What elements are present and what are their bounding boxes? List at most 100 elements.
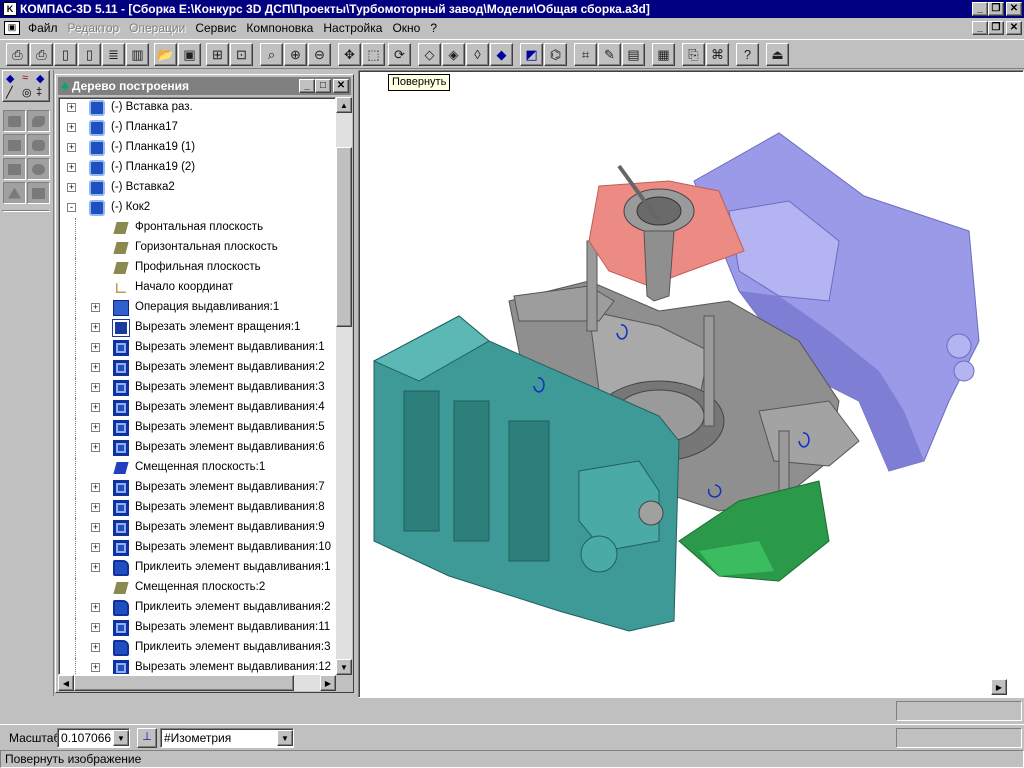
expand-icon[interactable]: +: [91, 423, 100, 432]
wireframe-button[interactable]: ◇: [418, 43, 441, 66]
expand-icon[interactable]: +: [91, 503, 100, 512]
scroll-down-button[interactable]: ▼: [336, 659, 352, 675]
tree-item[interactable]: + Вырезать элемент выдавливания:10: [59, 538, 331, 558]
expand-icon[interactable]: +: [91, 303, 100, 312]
tree-item[interactable]: + (-) Вставка раз.: [59, 98, 329, 118]
expand-icon[interactable]: +: [67, 123, 76, 132]
tree-item[interactable]: + Вырезать элемент выдавливания:12: [59, 658, 331, 674]
menu-help[interactable]: ?: [425, 21, 442, 35]
library-button[interactable]: ⌘: [706, 43, 729, 66]
tree-item[interactable]: Смещенная плоскость:2: [59, 578, 329, 598]
perspective-button[interactable]: ◩: [520, 43, 543, 66]
view-dropdown-button[interactable]: ▼: [277, 730, 293, 746]
tree-item[interactable]: + Вырезать элемент выдавливания:6: [59, 438, 329, 458]
tree-item[interactable]: + Приклеить элемент выдавливания:3: [59, 638, 331, 658]
tree-item[interactable]: + (-) Планка19 (2): [59, 158, 329, 178]
doc-minimize-button[interactable]: _: [972, 21, 988, 35]
tree-item[interactable]: + Вырезать элемент выдавливания:9: [59, 518, 329, 538]
view-orientation-select[interactable]: #Изометрия ▼: [160, 728, 294, 748]
open-folder-button[interactable]: 📂: [154, 43, 177, 66]
op-shell-button[interactable]: [3, 182, 26, 204]
expand-icon[interactable]: +: [67, 163, 76, 172]
hscroll-thumb[interactable]: [74, 675, 294, 691]
measure-button[interactable]: ⌗: [574, 43, 597, 66]
tree-item[interactable]: + Вырезать элемент выдавливания:11: [59, 618, 330, 638]
app-icon[interactable]: K: [3, 2, 17, 16]
component-button[interactable]: ⊡: [230, 43, 253, 66]
expand-icon[interactable]: +: [67, 143, 76, 152]
op-hole-button[interactable]: [27, 158, 50, 180]
scroll-thumb[interactable]: [336, 147, 352, 327]
tree-item[interactable]: + Вырезать элемент выдавливания:2: [59, 358, 329, 378]
expand-icon[interactable]: +: [67, 183, 76, 192]
expand-icon[interactable]: +: [91, 403, 100, 412]
expand-icon[interactable]: +: [91, 623, 100, 632]
expand-icon[interactable]: +: [91, 483, 100, 492]
tree-item[interactable]: - (-) Кок2: [59, 198, 329, 218]
tree-item[interactable]: Смещенная плоскость:1: [59, 458, 329, 478]
tree-minimize-button[interactable]: _: [299, 79, 315, 93]
menu-editor[interactable]: Редактор: [63, 21, 125, 35]
tree-item[interactable]: Начало координат: [59, 278, 329, 298]
new-text-button[interactable]: ≣: [102, 43, 125, 66]
op-rib-button[interactable]: [27, 182, 50, 204]
tree-item[interactable]: Профильная плоскость: [59, 258, 329, 278]
tree-vscrollbar[interactable]: ▲ ▼: [336, 97, 352, 675]
minimize-button[interactable]: _: [972, 2, 988, 16]
op-loft-button[interactable]: [27, 134, 50, 156]
expand-icon[interactable]: +: [91, 323, 100, 332]
pan-button[interactable]: ✥: [338, 43, 361, 66]
assembly-model-render[interactable]: [359, 71, 1024, 699]
calculator-button[interactable]: ▦: [652, 43, 675, 66]
new-fragment-button[interactable]: ▯: [78, 43, 101, 66]
tree-item[interactable]: Фронтальная плоскость: [59, 218, 329, 238]
expand-icon[interactable]: +: [91, 523, 100, 532]
exit-button[interactable]: ⏏: [766, 43, 789, 66]
menu-service[interactable]: Сервис: [190, 21, 241, 35]
dimension-tab-icon[interactable]: ≈: [22, 72, 28, 84]
expand-icon[interactable]: +: [91, 663, 100, 672]
menu-file[interactable]: Файл: [23, 21, 63, 35]
help-button[interactable]: ?: [736, 43, 759, 66]
tree-item[interactable]: + (-) Вставка2: [59, 178, 329, 198]
assembly-button[interactable]: ⊞: [206, 43, 229, 66]
tree-view-button[interactable]: ⌬: [544, 43, 567, 66]
tree-item[interactable]: + Операция выдавливания:1: [59, 298, 329, 318]
scroll-right-button[interactable]: ▶: [320, 675, 336, 691]
tree-title-bar[interactable]: ♣ Дерево построения _ □ ✕: [58, 77, 351, 95]
menu-settings[interactable]: Настройка: [318, 21, 387, 35]
orientation-button[interactable]: ⊥: [137, 728, 157, 748]
expand-icon[interactable]: +: [91, 363, 100, 372]
sketch-tab-icon[interactable]: ╱: [6, 86, 13, 99]
print-button[interactable]: ⎙: [30, 43, 53, 66]
expand-icon[interactable]: +: [91, 443, 100, 452]
expand-icon[interactable]: +: [91, 543, 100, 552]
properties-button[interactable]: ▤: [622, 43, 645, 66]
scroll-up-button[interactable]: ▲: [336, 97, 352, 113]
document-icon[interactable]: ▣: [4, 21, 20, 35]
scale-dropdown-button[interactable]: ▼: [113, 730, 129, 746]
edit-tab-icon[interactable]: ◆: [36, 72, 44, 85]
tree-close-button[interactable]: ✕: [333, 79, 349, 93]
menu-operations[interactable]: Операции: [124, 21, 190, 35]
tree-item[interactable]: + Приклеить элемент выдавливания:1: [59, 558, 331, 578]
tree-item[interactable]: Горизонтальная плоскость: [59, 238, 329, 258]
3d-viewport[interactable]: ▶: [358, 70, 1024, 698]
rotate-button[interactable]: ⟳: [388, 43, 411, 66]
save-button[interactable]: ▣: [178, 43, 201, 66]
shaded-button[interactable]: ◆: [490, 43, 513, 66]
tree-item[interactable]: + Приклеить элемент выдавливания:2: [59, 598, 331, 618]
expand-icon[interactable]: +: [91, 383, 100, 392]
hidden-lines-button[interactable]: ◈: [442, 43, 465, 66]
close-button[interactable]: ✕: [1006, 2, 1022, 16]
print-preview-button[interactable]: ⎙: [6, 43, 29, 66]
zoom-window-button[interactable]: ⌕: [260, 43, 283, 66]
tree-item[interactable]: + Вырезать элемент выдавливания:8: [59, 498, 329, 518]
op-kinematic-button[interactable]: [3, 134, 26, 156]
scale-input[interactable]: 0.107066 ▼: [57, 728, 130, 748]
expand-icon[interactable]: +: [91, 643, 100, 652]
spec-tab-icon[interactable]: ‡: [36, 86, 42, 98]
expand-icon[interactable]: +: [91, 603, 100, 612]
geometry-tab-icon[interactable]: ◆: [6, 72, 14, 85]
expand-icon[interactable]: +: [91, 343, 100, 352]
